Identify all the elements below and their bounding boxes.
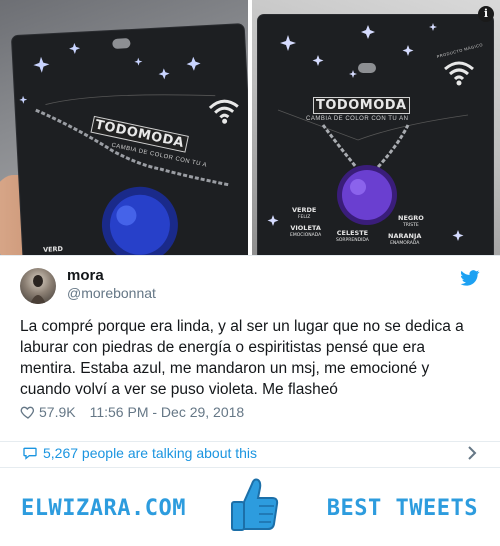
jewelry-card: TODOMODA CAMBIA DE COLOR CON TU A VERD	[11, 24, 248, 255]
brand-sub-right: CAMBIA DE COLOR CON TU AN	[306, 116, 409, 122]
twitter-bird-icon[interactable]	[460, 270, 480, 286]
jewelry-card: TODOMODA CAMBIA DE COLOR CON TU AN PRODU…	[258, 15, 493, 255]
mood-naranja: NARANJA ENAMORADA	[388, 232, 422, 247]
talking-about-link[interactable]: 5,267 people are talking about this	[43, 445, 257, 461]
mood-verde: VERDE FELIZ	[292, 206, 317, 221]
site-brand[interactable]: ELWIZARA.COM	[21, 496, 186, 521]
avatar[interactable]	[20, 268, 56, 304]
display-name[interactable]: mora	[67, 267, 104, 284]
footer-banner: ELWIZARA.COM BEST TWEETS	[0, 468, 500, 546]
mood-negro: NEGRO TRISTE	[398, 214, 424, 229]
mood-celeste: CELESTE SORPRENDIDA	[336, 229, 369, 244]
mood-violeta: VIOLETA EMOCIONADA	[290, 224, 322, 239]
conversation-row[interactable]: 5,267 people are talking about this	[0, 440, 500, 468]
avatar-figure	[30, 275, 46, 304]
wifi-icon	[208, 99, 239, 124]
tweet-meta: 57.9K 11:56 PM - Dec 29, 2018	[20, 404, 244, 420]
tweet-photos: TODOMODA CAMBIA DE COLOR CON TU A VERD T…	[0, 0, 500, 255]
thumbs-up-icon	[231, 478, 279, 531]
photo-right[interactable]: TODOMODA CAMBIA DE COLOR CON TU AN PRODU…	[252, 0, 500, 255]
chevron-right-icon[interactable]	[466, 446, 478, 460]
user-handle[interactable]: @morebonnat	[67, 285, 156, 301]
tweet-timestamp[interactable]: 11:56 PM - Dec 29, 2018	[90, 404, 245, 420]
like-count[interactable]: 57.9K	[39, 404, 76, 420]
mood-label-left: VERD	[42, 244, 64, 254]
speech-bubble-icon	[23, 447, 37, 460]
wifi-icon	[444, 61, 474, 86]
info-icon[interactable]: i	[478, 6, 494, 22]
heart-icon[interactable]	[20, 404, 36, 420]
tagline: BEST TWEETS	[326, 496, 478, 521]
tweet-text: La compré porque era linda, y al ser un …	[20, 318, 464, 398]
tweet-card: mora @morebonnat La compré porque era li…	[0, 255, 500, 442]
photo-left[interactable]: TODOMODA CAMBIA DE COLOR CON TU A VERD	[0, 0, 248, 255]
brand-label-right: TODOMODA	[313, 97, 410, 114]
